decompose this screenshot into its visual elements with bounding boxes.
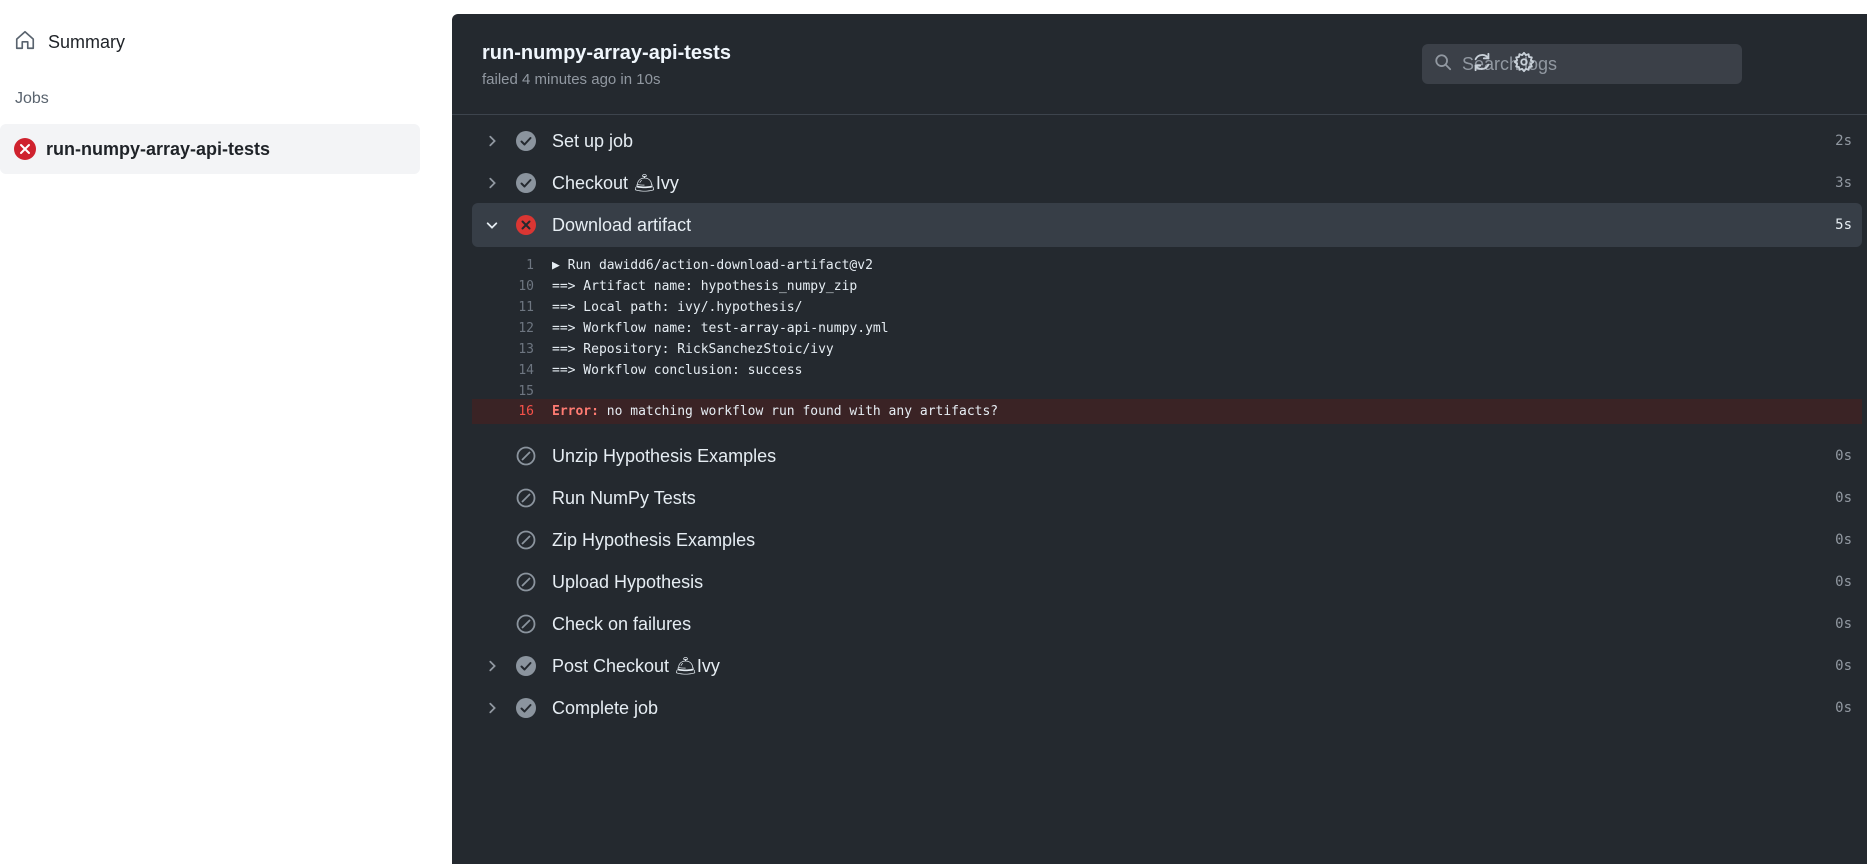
log-text: ==> Workflow conclusion: success [552, 363, 803, 378]
step-duration: 3s [1835, 175, 1852, 191]
step-name: Download artifact [552, 214, 692, 235]
check-circle-icon [515, 172, 537, 194]
step-duration: 0s [1835, 616, 1852, 632]
step-duration: 0s [1835, 658, 1852, 674]
summary-link[interactable]: Summary [14, 28, 125, 56]
step-complete-job[interactable]: Complete job 0s [472, 686, 1862, 730]
line-number[interactable]: 15 [518, 384, 534, 399]
summary-label: Summary [48, 31, 126, 52]
step-duration: 0s [1835, 532, 1852, 548]
step-name: Post Checkout 🛎Ivy [552, 655, 720, 676]
error-keyword: Error: [552, 404, 599, 419]
step-name: Unzip Hypothesis Examples [552, 445, 777, 466]
skipped-icon [515, 445, 537, 467]
check-circle-icon [515, 697, 537, 719]
search-input[interactable] [1462, 53, 1722, 75]
job-log-panel: run-numpy-array-api-tests failed 4 minut… [452, 14, 1867, 864]
step-name: Complete job [552, 697, 659, 718]
line-number[interactable]: 1 [526, 258, 534, 273]
log-text: ==> Local path: ivy/.hypothesis/ [552, 300, 803, 315]
step-upload-hypothesis[interactable]: Upload Hypothesis 0s [472, 560, 1862, 604]
step-name: Upload Hypothesis [552, 571, 704, 592]
panel-header: run-numpy-array-api-tests failed 4 minut… [452, 14, 1867, 115]
step-name: Check on failures [552, 613, 692, 634]
step-run-numpy-tests[interactable]: Run NumPy Tests 0s [472, 476, 1862, 520]
step-zip-hypothesis-examples[interactable]: Zip Hypothesis Examples 0s [472, 518, 1862, 562]
log-error-line: 16 Error: no matching workflow run found… [472, 399, 1862, 424]
page-title: run-numpy-array-api-tests [482, 42, 731, 64]
refresh-button[interactable] [1468, 50, 1496, 78]
skipped-icon [515, 529, 537, 551]
step-duration: 0s [1835, 574, 1852, 590]
line-number[interactable]: 10 [518, 279, 534, 294]
step-name: Run NumPy Tests [552, 487, 696, 508]
log-text: ==> Artifact name: hypothesis_numpy_zip [552, 279, 858, 294]
chevron-right-icon [484, 175, 500, 191]
step-checkout[interactable]: Checkout 🛎Ivy 3s [472, 161, 1862, 205]
error-message: no matching workflow run found with any … [598, 404, 999, 419]
step-post-checkout[interactable]: Post Checkout 🛎Ivy 0s [472, 644, 1862, 688]
step-duration: 2s [1835, 133, 1852, 149]
sidebar: Summary Jobs run-numpy-array-api-tests [0, 0, 440, 864]
log-text: ==> Workflow name: test-array-api-numpy.… [552, 321, 889, 336]
step-duration: 0s [1835, 490, 1852, 506]
line-number[interactable]: 16 [518, 404, 534, 419]
skipped-icon [515, 613, 537, 635]
log-text[interactable]: ▶ Run dawidd6/action-download-artifact@v… [552, 258, 873, 273]
chevron-down-icon [484, 217, 500, 233]
job-status-text: failed 4 minutes ago in 10s [482, 71, 661, 88]
step-check-on-failures[interactable]: Check on failures 0s [472, 602, 1862, 646]
failure-icon [14, 138, 36, 160]
skipped-icon [515, 571, 537, 593]
chevron-right-icon [484, 700, 500, 716]
chevron-right-icon [484, 133, 500, 149]
step-name: Zip Hypothesis Examples [552, 529, 756, 550]
sidebar-job-item[interactable]: run-numpy-array-api-tests [0, 124, 420, 174]
log-text: ==> Repository: RickSanchezStoic/ivy [552, 342, 834, 357]
refresh-icon [1471, 51, 1493, 78]
step-unzip-hypothesis-examples[interactable]: Unzip Hypothesis Examples 0s [472, 434, 1862, 478]
step-name: Set up job [552, 130, 634, 151]
job-name: run-numpy-array-api-tests [46, 138, 271, 159]
jobs-heading: Jobs [15, 90, 49, 107]
failure-icon [515, 214, 537, 236]
gear-icon [1513, 51, 1535, 78]
line-number[interactable]: 14 [518, 363, 534, 378]
line-number[interactable]: 13 [518, 342, 534, 357]
check-circle-icon [515, 130, 537, 152]
check-circle-icon [515, 655, 537, 677]
step-set-up-job[interactable]: Set up job 2s [472, 119, 1862, 163]
line-number[interactable]: 11 [518, 300, 534, 315]
home-icon [14, 29, 36, 56]
step-duration: 0s [1835, 700, 1852, 716]
step-duration: 0s [1835, 448, 1852, 464]
log-text: Error: no matching workflow run found wi… [552, 404, 998, 419]
line-number[interactable]: 12 [518, 321, 534, 336]
step-name: Checkout 🛎Ivy [552, 172, 679, 193]
skipped-icon [515, 487, 537, 509]
settings-button[interactable] [1510, 50, 1538, 78]
step-duration: 5s [1835, 217, 1852, 233]
search-icon [1434, 53, 1452, 76]
chevron-right-icon [484, 658, 500, 674]
step-download-artifact[interactable]: Download artifact 5s [472, 203, 1862, 247]
